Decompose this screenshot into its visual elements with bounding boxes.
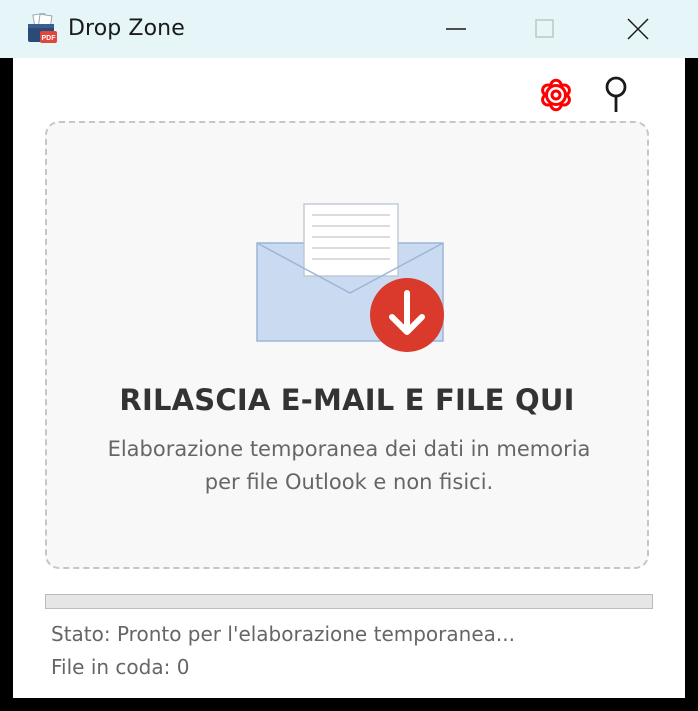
maximize-icon xyxy=(535,19,554,38)
gear-icon[interactable] xyxy=(537,76,575,114)
status-text: Stato: Pronto per l'elaborazione tempora… xyxy=(51,622,515,646)
drop-zone-subtitle: Elaborazione temporanea dei dati in memo… xyxy=(87,433,611,499)
drop-zone-window: PDF Drop Zone RILASCIA E-MAIL E FILE QUI… xyxy=(0,0,698,711)
pin-icon[interactable] xyxy=(601,76,631,114)
title-bar[interactable]: PDF Drop Zone xyxy=(0,0,698,58)
drop-zone-title: RILASCIA E-MAIL E FILE QUI xyxy=(119,383,575,417)
drop-zone-area[interactable]: RILASCIA E-MAIL E FILE QUI Elaborazione … xyxy=(45,121,649,569)
envelope-download-icon xyxy=(256,203,444,352)
main-panel: RILASCIA E-MAIL E FILE QUI Elaborazione … xyxy=(13,58,685,698)
drop-zone-subtitle-line2: per file Outlook e non fisici. xyxy=(204,470,494,494)
maximize-button[interactable] xyxy=(499,0,591,58)
minimize-icon xyxy=(446,28,466,30)
close-icon xyxy=(627,18,649,40)
progress-bar xyxy=(45,594,653,609)
queue-count: File in coda: 0 xyxy=(51,655,190,679)
svg-text:PDF: PDF xyxy=(42,35,57,42)
minimize-button[interactable] xyxy=(410,0,502,58)
app-icon: PDF xyxy=(28,13,57,43)
close-button[interactable] xyxy=(592,0,684,58)
drop-zone-subtitle-line1: Elaborazione temporanea dei dati in memo… xyxy=(107,437,591,461)
window-title: Drop Zone xyxy=(68,16,185,41)
